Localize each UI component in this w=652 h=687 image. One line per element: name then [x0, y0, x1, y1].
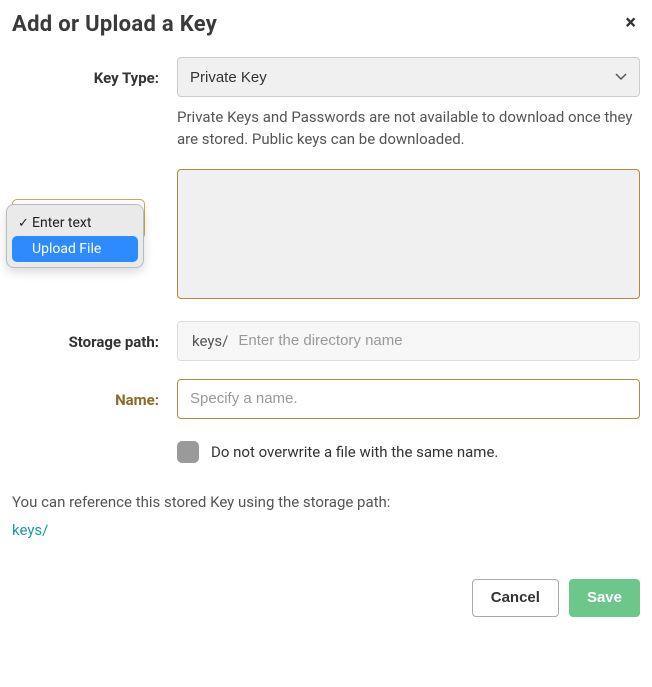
popover-item-label: Upload File: [32, 241, 101, 257]
key-type-select[interactable]: Private Key: [177, 57, 640, 97]
overwrite-label: Do not overwrite a file with the same na…: [211, 443, 498, 461]
popover-item-label: Enter text: [32, 215, 91, 231]
reference-path: keys/: [12, 521, 640, 539]
popover-item-upload-file[interactable]: Upload File: [12, 236, 138, 262]
storage-path-input[interactable]: [238, 322, 639, 360]
storage-prefix: keys/: [178, 332, 238, 350]
close-icon[interactable]: ×: [621, 12, 640, 32]
cancel-button[interactable]: Cancel: [472, 579, 559, 617]
input-mode-popover: ✓ Enter text Upload File: [6, 204, 144, 268]
check-icon: ✓: [18, 216, 32, 231]
reference-text: You can reference this stored Key using …: [12, 493, 640, 511]
name-label: Name:: [12, 379, 177, 409]
popover-item-enter-text[interactable]: ✓ Enter text: [12, 210, 138, 236]
storage-path-group: keys/: [177, 321, 640, 361]
dialog-title: Add or Upload a Key: [12, 12, 217, 37]
name-input[interactable]: [177, 379, 640, 419]
key-value-textarea[interactable]: [177, 169, 640, 299]
key-type-help: Private Keys and Passwords are not avail…: [177, 107, 640, 151]
key-type-label: Key Type:: [12, 57, 177, 87]
overwrite-checkbox[interactable]: [177, 441, 199, 463]
storage-path-label: Storage path:: [12, 321, 177, 351]
save-button[interactable]: Save: [569, 579, 640, 617]
